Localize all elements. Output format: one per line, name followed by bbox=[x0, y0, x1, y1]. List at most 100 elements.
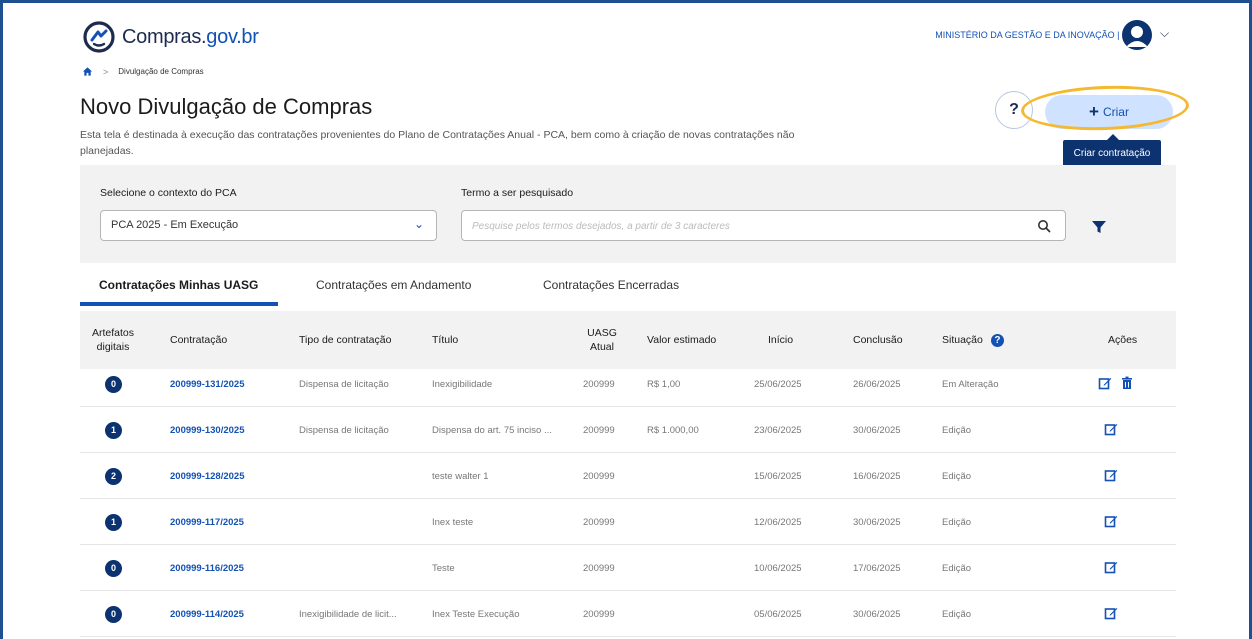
tab-em-andamento[interactable]: Contratações em Andamento bbox=[316, 278, 471, 292]
cell-acoes bbox=[1104, 407, 1118, 453]
cell-acoes bbox=[1104, 591, 1118, 637]
cell-contratacao: 200999-131/2025 bbox=[170, 361, 245, 407]
tab-encerradas[interactable]: Contratações Encerradas bbox=[543, 278, 679, 292]
contratacao-link[interactable]: 200999-116/2025 bbox=[170, 563, 244, 574]
edit-icon[interactable] bbox=[1104, 560, 1118, 577]
logo-text: Compras.gov.br bbox=[122, 25, 259, 48]
cell-situacao: Em Alteração bbox=[942, 378, 999, 390]
table-row: 1 200999-130/2025 Dispensa de licitação Dis… bbox=[80, 407, 1176, 453]
cell-contratacao: 200999-116/2025 bbox=[170, 545, 244, 591]
cell-contratacao: 200999-117/2025 bbox=[170, 499, 244, 545]
artefatos-count-badge[interactable]: 0 bbox=[105, 375, 122, 393]
artefatos-count-badge[interactable]: 0 bbox=[105, 559, 122, 577]
compras-logo-icon bbox=[83, 21, 115, 53]
edit-icon[interactable] bbox=[1104, 606, 1118, 623]
pca-context-value: PCA 2025 - Em Execução bbox=[111, 219, 239, 231]
cell-uasg: 200999 bbox=[583, 608, 615, 620]
cell-situacao: Edição bbox=[942, 516, 972, 528]
search-label: Termo a ser pesquisado bbox=[461, 187, 574, 199]
plus-icon: + bbox=[1089, 102, 1099, 121]
edit-icon[interactable] bbox=[1104, 422, 1118, 439]
cell-inicio: 10/06/2025 bbox=[754, 562, 802, 574]
edit-icon[interactable] bbox=[1098, 376, 1112, 393]
artefatos-cell: 0 bbox=[105, 591, 122, 637]
cell-acoes bbox=[1104, 545, 1118, 591]
artefatos-count-badge[interactable]: 2 bbox=[105, 467, 122, 485]
create-tooltip: Criar contratação bbox=[1063, 134, 1161, 167]
contratacao-link[interactable]: 200999-128/2025 bbox=[170, 471, 245, 482]
cell-inicio: 12/06/2025 bbox=[754, 516, 802, 528]
table-row: 2 200999-128/2025 teste walter 1 200999 15/0… bbox=[80, 453, 1176, 499]
chevron-down-icon: ⌄ bbox=[413, 217, 424, 231]
table-row: 0 200999-114/2025 Inexigibilidade de licit… bbox=[80, 591, 1176, 637]
cell-tipo: Inexigibilidade de licit... bbox=[299, 608, 397, 620]
filter-panel: Selecione o contexto do PCA PCA 2025 - E… bbox=[80, 165, 1176, 263]
cell-uasg: 200999 bbox=[583, 562, 615, 574]
artefatos-cell: 1 bbox=[105, 407, 122, 453]
pca-context-select[interactable]: PCA 2025 - Em Execução ⌄ bbox=[100, 210, 437, 241]
chevron-right-icon: > bbox=[103, 66, 109, 77]
cell-inicio: 23/06/2025 bbox=[754, 424, 802, 436]
contratacao-link[interactable]: 200999-117/2025 bbox=[170, 517, 244, 528]
filter-icon[interactable] bbox=[1090, 218, 1108, 236]
page-title: Novo Divulgação de Compras bbox=[80, 94, 373, 119]
cell-conclusao: 30/06/2025 bbox=[853, 516, 901, 528]
cell-acoes bbox=[1104, 453, 1118, 499]
logo[interactable]: Compras.gov.br bbox=[82, 20, 259, 54]
artefatos-count-badge[interactable]: 1 bbox=[105, 421, 122, 439]
create-button-label: Criar bbox=[1102, 105, 1129, 119]
cell-uasg: 200999 bbox=[583, 424, 615, 436]
cell-titulo: teste walter 1 bbox=[432, 470, 489, 482]
tab-minhas-uasg[interactable]: Contratações Minhas UASG bbox=[99, 278, 258, 292]
active-tab-indicator bbox=[80, 302, 278, 306]
cell-tipo: Dispensa de licitação bbox=[299, 424, 389, 436]
chevron-down-icon[interactable]: ⌵ bbox=[1160, 26, 1169, 41]
breadcrumb: > Divulgação de Compras bbox=[82, 66, 204, 77]
create-button[interactable]: + Criar bbox=[1045, 95, 1173, 129]
cell-situacao: Edição bbox=[942, 470, 972, 482]
search-icon[interactable] bbox=[1037, 219, 1051, 233]
search-input[interactable] bbox=[472, 217, 1012, 235]
cell-inicio: 05/06/2025 bbox=[754, 608, 802, 620]
contratacao-link[interactable]: 200999-114/2025 bbox=[170, 609, 244, 620]
search-field[interactable] bbox=[461, 210, 1066, 241]
cell-uasg: 200999 bbox=[583, 516, 615, 528]
cell-conclusao: 26/06/2025 bbox=[853, 378, 901, 390]
cell-situacao: Edição bbox=[942, 424, 972, 436]
cell-inicio: 25/06/2025 bbox=[754, 378, 802, 390]
cell-titulo: Teste bbox=[432, 562, 455, 574]
edit-icon[interactable] bbox=[1104, 468, 1118, 485]
cell-contratacao: 200999-114/2025 bbox=[170, 591, 244, 637]
info-icon[interactable]: ? bbox=[990, 333, 1004, 347]
table-row: 1 200999-117/2025 Inex teste 200999 12/06/20… bbox=[80, 499, 1176, 545]
artefatos-count-badge[interactable]: 1 bbox=[105, 513, 122, 531]
cell-conclusao: 16/06/2025 bbox=[853, 470, 901, 482]
cell-conclusao: 17/06/2025 bbox=[853, 562, 901, 574]
header: Compras.gov.br MINISTÉRIO DA GESTÃO E DA… bbox=[0, 0, 1252, 62]
context-label: Selecione o contexto do PCA bbox=[100, 187, 237, 199]
artefatos-cell: 0 bbox=[105, 545, 122, 591]
artefatos-count-badge[interactable]: 0 bbox=[105, 605, 122, 623]
contratacao-link[interactable]: 200999-130/2025 bbox=[170, 425, 245, 436]
cell-acoes bbox=[1104, 499, 1118, 545]
cell-titulo: Dispensa do art. 75 inciso ... bbox=[432, 424, 552, 436]
table-row: 0 200999-116/2025 Teste 200999 10/06/2025 17/… bbox=[80, 545, 1176, 591]
artefatos-cell: 0 bbox=[105, 361, 122, 407]
breadcrumb-current: Divulgação de Compras bbox=[118, 67, 204, 76]
cell-contratacao: 200999-128/2025 bbox=[170, 453, 245, 499]
cell-contratacao: 200999-130/2025 bbox=[170, 407, 245, 453]
home-icon[interactable] bbox=[82, 66, 93, 77]
cell-titulo: Inexigibilidade bbox=[432, 378, 493, 390]
organization-label: MINISTÉRIO DA GESTÃO E DA INOVAÇÃO | 200… bbox=[935, 30, 1152, 40]
contratacao-link[interactable]: 200999-131/2025 bbox=[170, 379, 245, 390]
cell-conclusao: 30/06/2025 bbox=[853, 424, 901, 436]
artefatos-cell: 2 bbox=[105, 453, 122, 499]
user-avatar-icon[interactable] bbox=[1122, 20, 1152, 50]
trash-icon[interactable] bbox=[1120, 376, 1134, 393]
help-button[interactable]: ? bbox=[995, 91, 1033, 129]
cell-uasg: 200999 bbox=[583, 378, 615, 390]
cell-acoes bbox=[1098, 361, 1134, 407]
cell-conclusao: 30/06/2025 bbox=[853, 608, 901, 620]
cell-titulo: Inex Teste Execução bbox=[432, 608, 520, 620]
edit-icon[interactable] bbox=[1104, 514, 1118, 531]
